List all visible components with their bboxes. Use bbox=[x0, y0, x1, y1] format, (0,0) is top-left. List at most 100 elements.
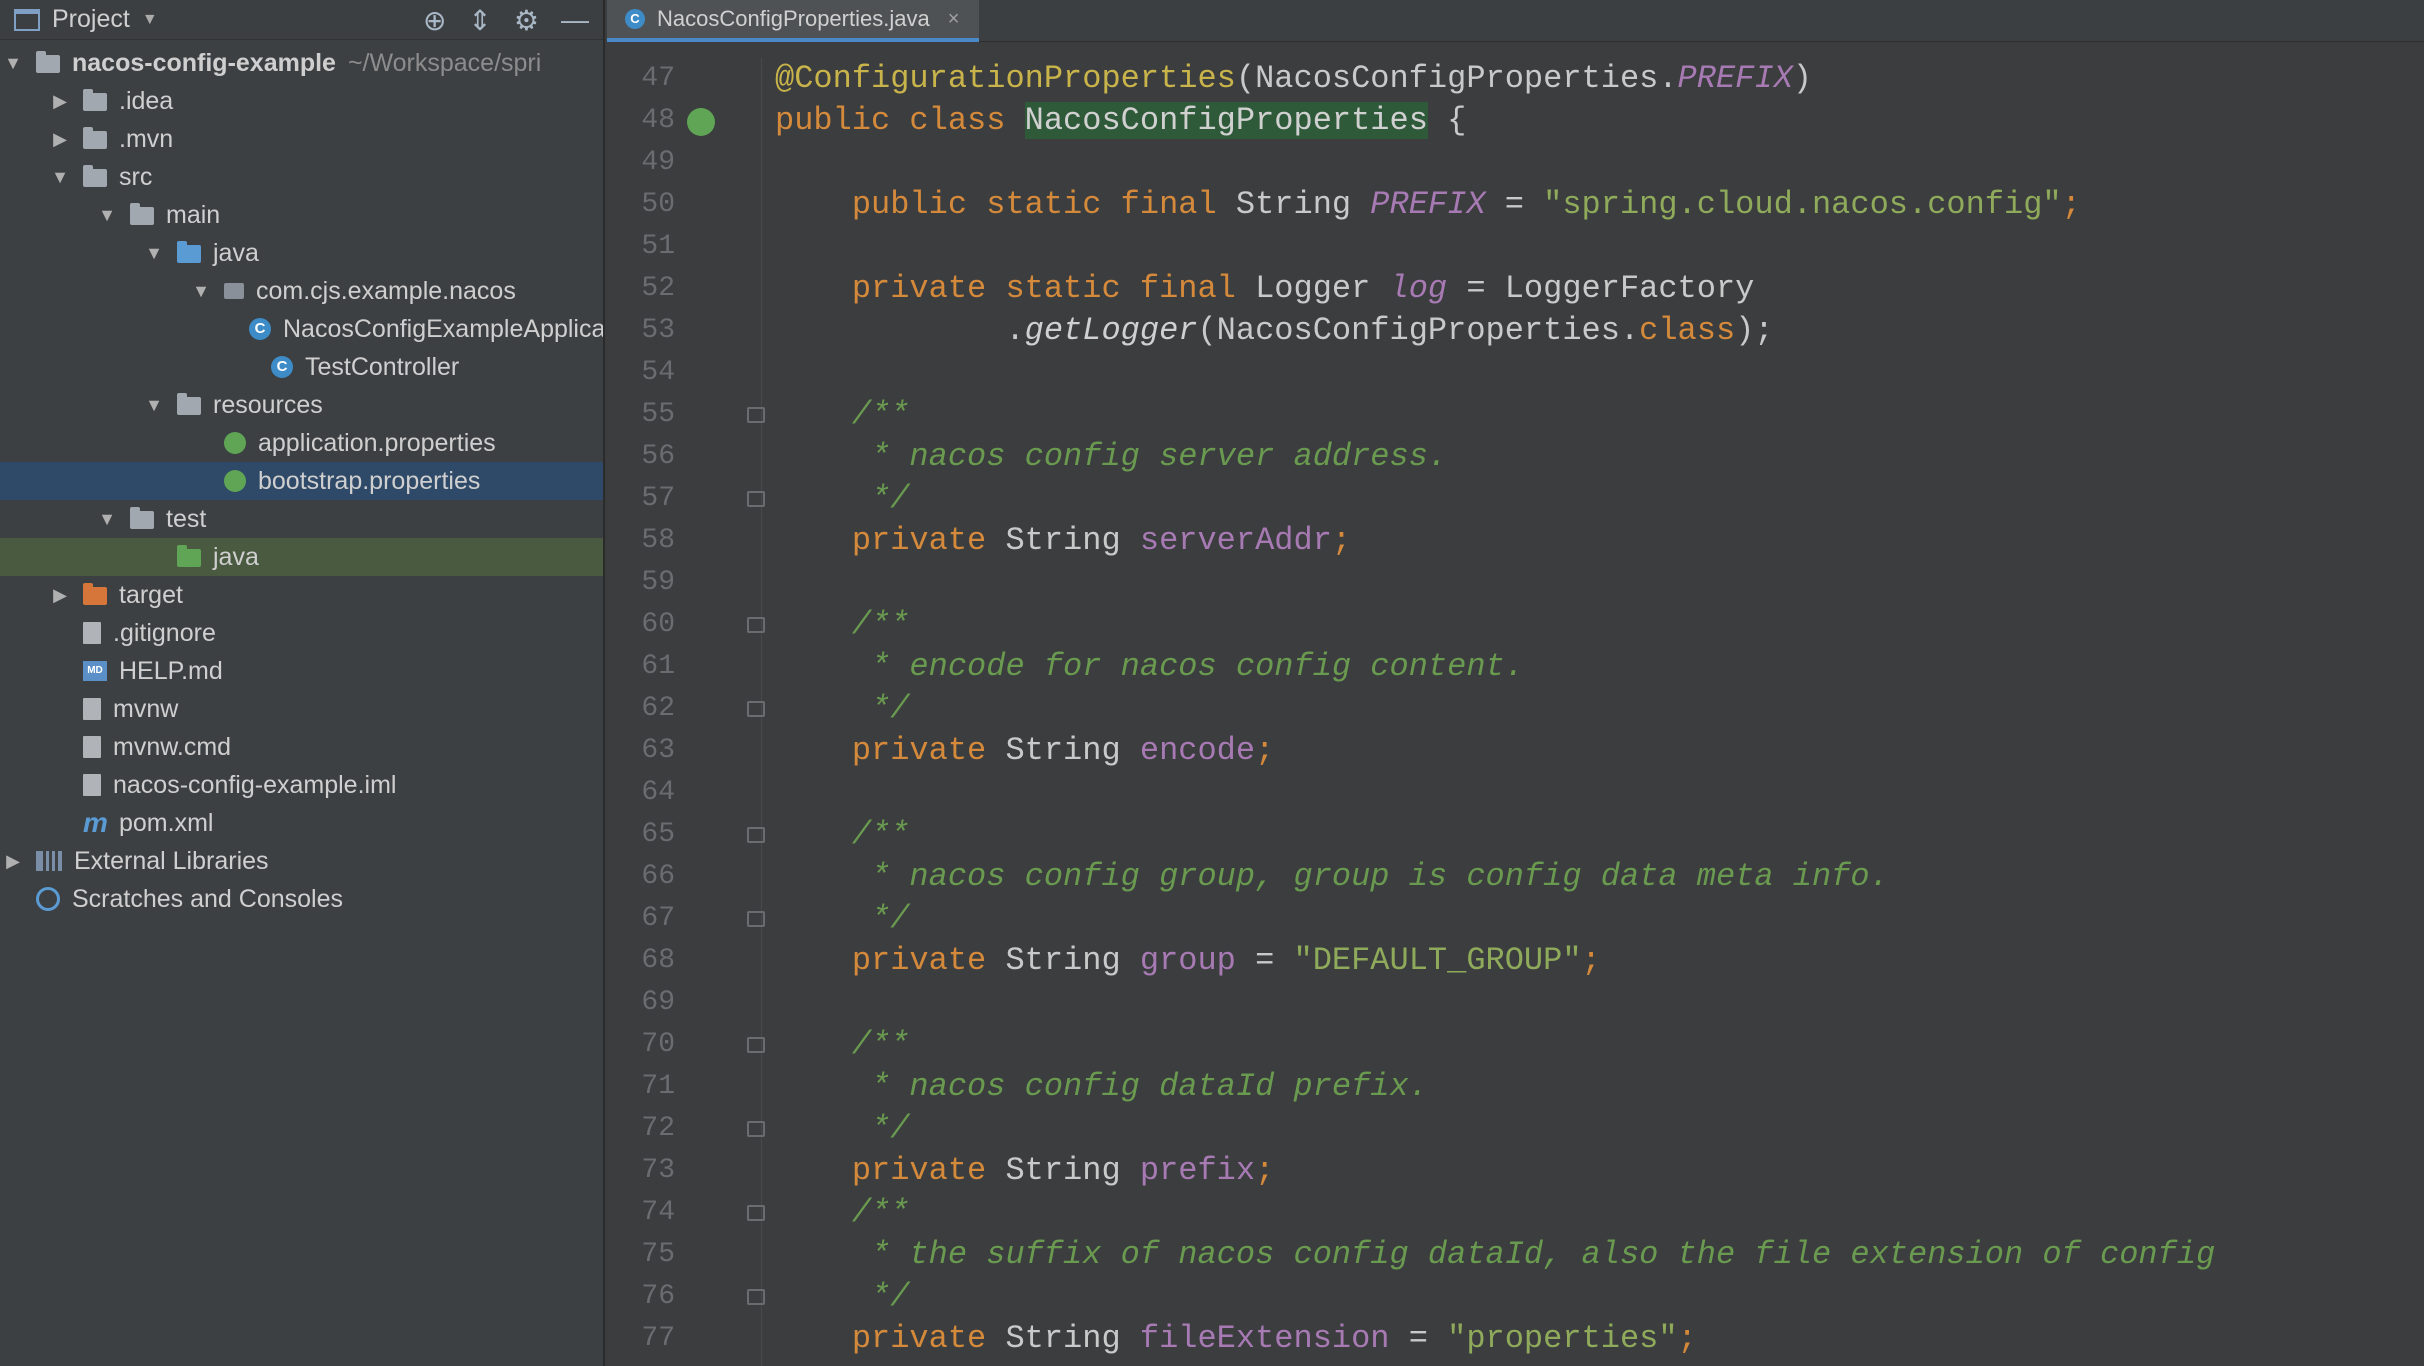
expanded-arrow-icon[interactable]: ▼ bbox=[2, 53, 24, 74]
tree-item[interactable]: bootstrap.properties bbox=[0, 462, 603, 500]
collapsed-arrow-icon[interactable]: ▶ bbox=[49, 129, 71, 150]
expanded-arrow-icon[interactable]: ▼ bbox=[143, 395, 165, 416]
tree-item[interactable]: ▶ .mvn bbox=[0, 120, 603, 158]
tree-item[interactable]: C TestController bbox=[0, 348, 603, 386]
code-line[interactable]: 69 bbox=[607, 982, 2424, 1024]
tree-item[interactable]: application.properties bbox=[0, 424, 603, 462]
code-line[interactable]: 70 /** bbox=[607, 1024, 2424, 1066]
code-token: = bbox=[1235, 942, 1294, 979]
tree-item[interactable]: .gitignore bbox=[0, 614, 603, 652]
tree-item[interactable]: mvnw bbox=[0, 690, 603, 728]
code-line[interactable]: 48 public class NacosConfigProperties { bbox=[607, 100, 2424, 142]
fold-marker-icon[interactable] bbox=[747, 827, 765, 843]
code-line[interactable]: 49 bbox=[607, 142, 2424, 184]
tree-item[interactable]: mvnw.cmd bbox=[0, 728, 603, 766]
tree-item[interactable]: nacos-config-example.iml bbox=[0, 766, 603, 804]
code-line[interactable]: 77 private String fileExtension = "prope… bbox=[607, 1318, 2424, 1360]
code-token: = LoggerFactory bbox=[1447, 270, 1755, 307]
code-line[interactable]: 71 * nacos config dataId prefix. bbox=[607, 1066, 2424, 1108]
collapse-all-icon[interactable]: ⇕ bbox=[468, 4, 491, 37]
tree-item[interactable]: MD HELP.md bbox=[0, 652, 603, 690]
fold-marker-icon[interactable] bbox=[747, 1205, 765, 1221]
code-line[interactable]: 67 */ bbox=[607, 898, 2424, 940]
line-number: 53 bbox=[641, 315, 675, 346]
tree-item-label: .gitignore bbox=[113, 618, 216, 647]
code-editor[interactable]: C NacosConfigProperties.java × 47 @Config… bbox=[607, 0, 2424, 1366]
gear-icon[interactable]: ⚙ bbox=[514, 4, 539, 37]
code-line[interactable]: 54 bbox=[607, 352, 2424, 394]
locate-icon[interactable]: ⊕ bbox=[423, 4, 446, 37]
expanded-arrow-icon[interactable]: ▼ bbox=[143, 243, 165, 264]
tree-item[interactable]: ▼ nacos-config-example ~/Workspace/spri bbox=[0, 44, 603, 82]
expanded-arrow-icon[interactable]: ▼ bbox=[96, 509, 118, 530]
code-line[interactable]: 65 /** bbox=[607, 814, 2424, 856]
tree-item[interactable]: Scratches and Consoles bbox=[0, 880, 603, 918]
code-line[interactable]: 47 @ConfigurationProperties(NacosConfigPr… bbox=[607, 58, 2424, 100]
tree-item[interactable]: ▼ test bbox=[0, 500, 603, 538]
fold-marker-icon[interactable] bbox=[747, 617, 765, 633]
tree-item[interactable]: java bbox=[0, 538, 603, 576]
minimize-icon[interactable]: — bbox=[561, 4, 589, 37]
fold-marker-icon[interactable] bbox=[747, 1037, 765, 1053]
collapsed-arrow-icon[interactable]: ▶ bbox=[49, 585, 71, 606]
tree-item[interactable]: C NacosConfigExampleApplica bbox=[0, 310, 603, 348]
code-line[interactable]: 55 /** bbox=[607, 394, 2424, 436]
tree-item[interactable]: ▶ .idea bbox=[0, 82, 603, 120]
fold-marker-icon[interactable] bbox=[747, 1121, 765, 1137]
code-line[interactable]: 74 /** bbox=[607, 1192, 2424, 1234]
code-area[interactable]: 47 @ConfigurationProperties(NacosConfigPr… bbox=[607, 58, 2424, 1360]
code-line[interactable]: 60 /** bbox=[607, 604, 2424, 646]
collapsed-arrow-icon[interactable]: ▶ bbox=[2, 851, 24, 872]
spring-bean-gutter-icon[interactable] bbox=[687, 108, 715, 136]
class-icon: C bbox=[625, 9, 645, 29]
tree-item[interactable]: m pom.xml bbox=[0, 804, 603, 842]
code-line[interactable]: 58 private String serverAddr; bbox=[607, 520, 2424, 562]
code-line[interactable]: 50 public static final String PREFIX = "… bbox=[607, 184, 2424, 226]
code-line[interactable]: 64 bbox=[607, 772, 2424, 814]
code-token: private bbox=[851, 732, 1006, 769]
code-line[interactable]: 51 bbox=[607, 226, 2424, 268]
expanded-arrow-icon[interactable]: ▼ bbox=[49, 167, 71, 188]
code-line[interactable]: 63 private String encode; bbox=[607, 730, 2424, 772]
expanded-arrow-icon[interactable]: ▼ bbox=[96, 205, 118, 226]
close-icon[interactable]: × bbox=[948, 8, 960, 31]
code-line[interactable]: 73 private String prefix; bbox=[607, 1150, 2424, 1192]
code-line[interactable]: 59 bbox=[607, 562, 2424, 604]
chevron-down-icon[interactable]: ▼ bbox=[142, 11, 158, 29]
fold-marker-icon[interactable] bbox=[747, 1289, 765, 1305]
code-line[interactable]: 66 * nacos config group, group is config… bbox=[607, 856, 2424, 898]
tree-item[interactable]: ▼ main bbox=[0, 196, 603, 234]
code-line[interactable]: 68 private String group = "DEFAULT_GROUP… bbox=[607, 940, 2424, 982]
project-view-icon bbox=[14, 8, 40, 31]
fold-marker-icon[interactable] bbox=[747, 491, 765, 507]
tree-item[interactable]: ▶ External Libraries bbox=[0, 842, 603, 880]
code-text: private String encode; bbox=[775, 730, 1274, 772]
code-line[interactable]: 53 .getLogger(NacosConfigProperties.clas… bbox=[607, 310, 2424, 352]
code-line[interactable]: 57 */ bbox=[607, 478, 2424, 520]
folder-icon bbox=[130, 507, 154, 529]
code-line[interactable]: 61 * encode for nacos config content. bbox=[607, 646, 2424, 688]
expanded-arrow-icon[interactable]: ▼ bbox=[190, 281, 212, 302]
tab-nacos-config-properties[interactable]: C NacosConfigProperties.java × bbox=[607, 0, 980, 42]
line-number: 76 bbox=[641, 1281, 675, 1312]
tree-item[interactable]: ▼ com.cjs.example.nacos bbox=[0, 272, 603, 310]
tree-item[interactable]: ▼ java bbox=[0, 234, 603, 272]
code-line[interactable]: 62 */ bbox=[607, 688, 2424, 730]
project-panel-header[interactable]: Project ▼ ⊕ ⇕ ⚙ — bbox=[0, 0, 603, 40]
code-line[interactable]: 72 */ bbox=[607, 1108, 2424, 1150]
code-token: /** bbox=[851, 1194, 910, 1231]
fold-marker-icon[interactable] bbox=[747, 407, 765, 423]
tree-item[interactable]: ▶ target bbox=[0, 576, 603, 614]
tree-item[interactable]: ▼ resources bbox=[0, 386, 603, 424]
code-text: private static final Logger log = Logger… bbox=[775, 268, 1755, 310]
code-line[interactable]: 75 * the suffix of nacos config dataId, … bbox=[607, 1234, 2424, 1276]
fold-marker-icon[interactable] bbox=[747, 701, 765, 717]
fold-marker-icon[interactable] bbox=[747, 911, 765, 927]
code-line[interactable]: 56 * nacos config server address. bbox=[607, 436, 2424, 478]
tree-item[interactable]: ▼ src bbox=[0, 158, 603, 196]
code-token: /** bbox=[851, 606, 910, 643]
code-line[interactable]: 52 private static final Logger log = Log… bbox=[607, 268, 2424, 310]
collapsed-arrow-icon[interactable]: ▶ bbox=[49, 91, 71, 112]
code-line[interactable]: 76 */ bbox=[607, 1276, 2424, 1318]
